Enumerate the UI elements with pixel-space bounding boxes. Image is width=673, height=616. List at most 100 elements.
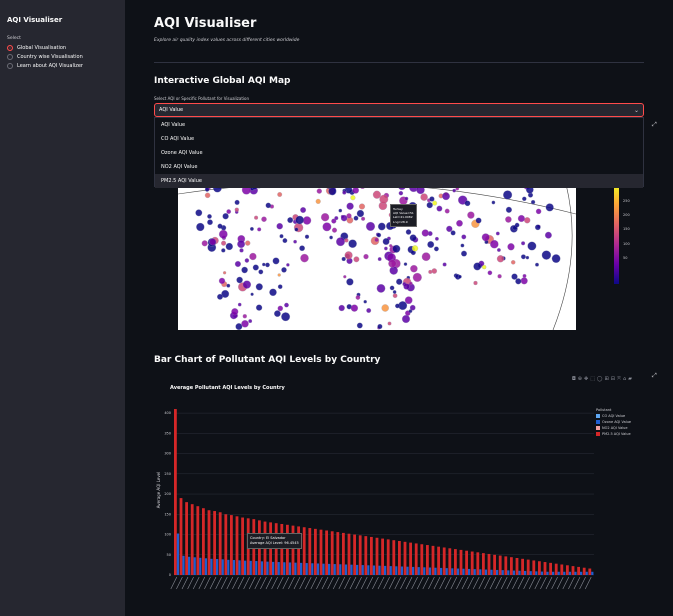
map-city-marker[interactable] [338, 208, 343, 213]
bar-ozone[interactable] [339, 564, 342, 575]
bar-ozone[interactable] [479, 569, 482, 575]
map-city-marker[interactable] [302, 216, 312, 225]
map-city-marker[interactable] [265, 202, 272, 209]
bar-ozone[interactable] [423, 567, 426, 575]
map-city-marker[interactable] [404, 196, 409, 201]
map-city-marker[interactable] [541, 250, 552, 260]
map-city-marker[interactable] [396, 278, 403, 285]
bar-ozone[interactable] [440, 567, 443, 575]
map-city-marker[interactable] [244, 258, 250, 263]
bar-pm25[interactable] [515, 558, 519, 575]
map-city-marker[interactable] [322, 222, 332, 232]
bar-ozone[interactable] [496, 569, 499, 575]
map-city-marker[interactable] [392, 293, 398, 299]
bar-ozone[interactable] [501, 570, 504, 575]
bar-pm25[interactable] [442, 547, 446, 575]
bar-ozone[interactable] [512, 570, 516, 575]
map-city-marker[interactable] [551, 254, 561, 263]
radio-learn-about[interactable]: Learn about AQI Visualizer [7, 63, 118, 69]
map-city-marker[interactable] [235, 323, 243, 330]
bar-pm25[interactable] [487, 553, 491, 575]
map-city-marker[interactable] [452, 188, 457, 193]
map-city-marker[interactable] [460, 243, 465, 248]
map-city-marker[interactable] [222, 271, 227, 275]
map-city-marker[interactable] [252, 264, 259, 271]
map-city-marker[interactable] [281, 267, 287, 273]
map-city-marker[interactable] [409, 281, 413, 286]
map-city-marker[interactable] [295, 215, 304, 225]
map-city-marker[interactable] [389, 244, 393, 248]
map-city-marker[interactable] [461, 250, 467, 257]
map-city-marker[interactable] [490, 239, 499, 249]
bar-pm25[interactable] [224, 514, 228, 575]
bar-ozone[interactable] [468, 568, 471, 575]
map-city-marker[interactable] [234, 207, 239, 212]
bar-pm25[interactable] [571, 566, 575, 575]
map-city-marker[interactable] [350, 304, 359, 312]
bar-ozone[interactable] [372, 565, 376, 575]
map-city-marker[interactable] [241, 266, 248, 274]
map-city-marker[interactable] [524, 217, 531, 224]
map-city-marker[interactable] [294, 227, 299, 232]
map-city-marker[interactable] [436, 205, 443, 212]
bar-ozone[interactable] [546, 571, 549, 575]
bar-pm25[interactable] [549, 562, 552, 575]
map-city-marker[interactable] [421, 229, 429, 237]
bar-pm25[interactable] [274, 523, 278, 575]
map-city-marker[interactable] [517, 214, 525, 223]
bar-pm25[interactable] [588, 568, 592, 575]
bar-pm25[interactable] [336, 532, 340, 575]
bar-ozone[interactable] [473, 569, 476, 575]
map-city-marker[interactable] [315, 198, 321, 204]
bar-ozone[interactable] [524, 570, 527, 575]
bar-pm25[interactable] [498, 555, 502, 575]
map-city-marker[interactable] [249, 226, 254, 231]
map-city-marker[interactable] [374, 237, 379, 242]
bar-pm25[interactable] [235, 516, 239, 575]
map-city-marker[interactable] [277, 273, 281, 277]
map-city-marker[interactable] [341, 256, 346, 262]
map-city-marker[interactable] [514, 222, 520, 228]
bar-pm25[interactable] [218, 512, 222, 575]
bar-pm25[interactable] [375, 537, 379, 575]
bar-pm25[interactable] [510, 557, 513, 575]
map-city-marker[interactable] [481, 233, 490, 242]
map-city-marker[interactable] [350, 195, 356, 201]
map-city-marker[interactable] [442, 192, 450, 201]
bar-pm25[interactable] [465, 550, 468, 575]
bar-pm25[interactable] [504, 556, 508, 575]
map-city-marker[interactable] [249, 252, 257, 261]
bar-ozone[interactable] [361, 565, 364, 575]
pollutant-select[interactable]: AQI Value ⌄ [154, 103, 644, 117]
map-city-marker[interactable] [195, 209, 203, 217]
map-city-marker[interactable] [356, 322, 363, 329]
bar-ozone[interactable] [434, 567, 437, 575]
map-city-marker[interactable] [201, 240, 208, 247]
bar-ozone[interactable] [249, 560, 252, 575]
map-city-marker[interactable] [403, 262, 408, 266]
bar-ozone[interactable] [417, 567, 420, 575]
map-city-marker[interactable] [527, 241, 537, 251]
map-city-marker[interactable] [446, 225, 453, 233]
map-city-marker[interactable] [496, 255, 505, 263]
bar-pm25[interactable] [319, 529, 323, 575]
bar-pm25[interactable] [207, 510, 211, 575]
bar-ozone[interactable] [557, 571, 560, 575]
map-city-marker[interactable] [355, 295, 361, 300]
bar-pm25[interactable] [409, 542, 412, 575]
bar-ozone[interactable] [563, 571, 566, 575]
bar-ozone[interactable] [484, 569, 488, 575]
bar-pm25[interactable] [493, 554, 496, 575]
map-city-marker[interactable] [372, 190, 381, 199]
bar-pm25[interactable] [353, 534, 356, 575]
map-city-marker[interactable] [392, 290, 397, 294]
dropdown-option[interactable]: PM2.5 AQI Value [155, 174, 643, 188]
map-city-marker[interactable] [218, 229, 228, 239]
map-city-marker[interactable] [279, 234, 284, 239]
bar-ozone[interactable] [193, 557, 196, 575]
radio-country-visualisation[interactable]: Country wise Visualisation [7, 54, 118, 60]
map-city-marker[interactable] [401, 314, 411, 324]
map-city-marker[interactable] [262, 262, 266, 267]
map-city-marker[interactable] [409, 304, 416, 311]
bar-ozone[interactable] [400, 566, 404, 576]
